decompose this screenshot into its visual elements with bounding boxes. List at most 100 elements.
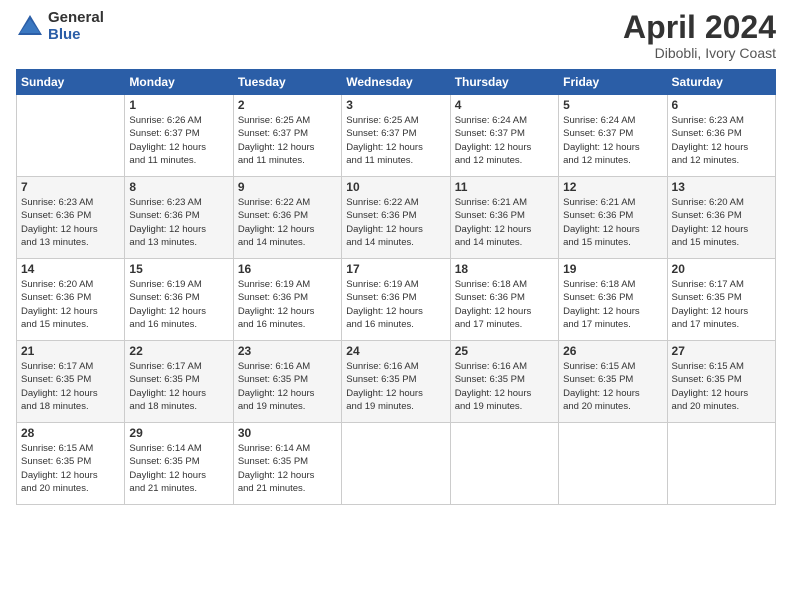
day-number: 6 xyxy=(672,98,771,112)
table-row: 13 Sunrise: 6:20 AMSunset: 6:36 PMDayligh… xyxy=(667,177,775,259)
day-info: Sunrise: 6:25 AMSunset: 6:37 PMDaylight:… xyxy=(238,114,337,167)
page: General Blue April 2024 Dibobli, Ivory C… xyxy=(0,0,792,612)
day-number: 10 xyxy=(346,180,445,194)
day-info: Sunrise: 6:15 AMSunset: 6:35 PMDaylight:… xyxy=(563,360,662,413)
table-row: 7 Sunrise: 6:23 AMSunset: 6:36 PMDaylight… xyxy=(17,177,125,259)
day-number: 27 xyxy=(672,344,771,358)
table-row: 6 Sunrise: 6:23 AMSunset: 6:36 PMDaylight… xyxy=(667,95,775,177)
table-row: 26 Sunrise: 6:15 AMSunset: 6:35 PMDayligh… xyxy=(559,341,667,423)
table-row: 23 Sunrise: 6:16 AMSunset: 6:35 PMDayligh… xyxy=(233,341,341,423)
day-number: 24 xyxy=(346,344,445,358)
day-number: 9 xyxy=(238,180,337,194)
day-number: 4 xyxy=(455,98,554,112)
day-info: Sunrise: 6:23 AMSunset: 6:36 PMDaylight:… xyxy=(672,114,771,167)
day-number: 2 xyxy=(238,98,337,112)
day-info: Sunrise: 6:19 AMSunset: 6:36 PMDaylight:… xyxy=(346,278,445,331)
col-monday: Monday xyxy=(125,70,233,95)
day-info: Sunrise: 6:17 AMSunset: 6:35 PMDaylight:… xyxy=(672,278,771,331)
day-number: 7 xyxy=(21,180,120,194)
day-info: Sunrise: 6:20 AMSunset: 6:36 PMDaylight:… xyxy=(672,196,771,249)
table-row: 5 Sunrise: 6:24 AMSunset: 6:37 PMDaylight… xyxy=(559,95,667,177)
day-info: Sunrise: 6:22 AMSunset: 6:36 PMDaylight:… xyxy=(238,196,337,249)
day-info: Sunrise: 6:14 AMSunset: 6:35 PMDaylight:… xyxy=(238,442,337,495)
table-row: 12Sunrise: 6:21 AMSunset: 6:36 PMDayligh… xyxy=(559,177,667,259)
day-info: Sunrise: 6:18 AMSunset: 6:36 PMDaylight:… xyxy=(455,278,554,331)
table-row: 18 Sunrise: 6:18 AMSunset: 6:36 PMDayligh… xyxy=(450,259,558,341)
title-block: April 2024 Dibobli, Ivory Coast xyxy=(623,10,776,61)
day-info: Sunrise: 6:19 AMSunset: 6:36 PMDaylight:… xyxy=(129,278,228,331)
table-row: 3Sunrise: 6:25 AMSunset: 6:37 PMDaylight… xyxy=(342,95,450,177)
day-number: 26 xyxy=(563,344,662,358)
day-number: 12 xyxy=(563,180,662,194)
table-row xyxy=(667,423,775,505)
day-number: 23 xyxy=(238,344,337,358)
day-number: 21 xyxy=(21,344,120,358)
calendar-table: Sunday Monday Tuesday Wednesday Thursday… xyxy=(16,69,776,505)
day-info: Sunrise: 6:15 AMSunset: 6:35 PMDaylight:… xyxy=(21,442,120,495)
table-row: 15 Sunrise: 6:19 AMSunset: 6:36 PMDayligh… xyxy=(125,259,233,341)
col-saturday: Saturday xyxy=(667,70,775,95)
table-row: 22 Sunrise: 6:17 AMSunset: 6:35 PMDayligh… xyxy=(125,341,233,423)
table-row: 1Sunrise: 6:26 AMSunset: 6:37 PMDaylight… xyxy=(125,95,233,177)
day-number: 8 xyxy=(129,180,228,194)
day-info: Sunrise: 6:16 AMSunset: 6:35 PMDaylight:… xyxy=(455,360,554,413)
table-row: 27 Sunrise: 6:15 AMSunset: 6:35 PMDayligh… xyxy=(667,341,775,423)
table-row: 21Sunrise: 6:17 AMSunset: 6:35 PMDayligh… xyxy=(17,341,125,423)
table-row: 14Sunrise: 6:20 AMSunset: 6:36 PMDayligh… xyxy=(17,259,125,341)
table-row: 17 Sunrise: 6:19 AMSunset: 6:36 PMDayligh… xyxy=(342,259,450,341)
table-row xyxy=(17,95,125,177)
table-row: 20 Sunrise: 6:17 AMSunset: 6:35 PMDayligh… xyxy=(667,259,775,341)
col-friday: Friday xyxy=(559,70,667,95)
day-number: 14 xyxy=(21,262,120,276)
col-wednesday: Wednesday xyxy=(342,70,450,95)
day-info: Sunrise: 6:16 AMSunset: 6:35 PMDaylight:… xyxy=(238,360,337,413)
day-number: 29 xyxy=(129,426,228,440)
day-number: 13 xyxy=(672,180,771,194)
day-number: 11 xyxy=(455,180,554,194)
day-info: Sunrise: 6:17 AMSunset: 6:35 PMDaylight:… xyxy=(129,360,228,413)
table-row: 29 Sunrise: 6:14 AMSunset: 6:35 PMDayligh… xyxy=(125,423,233,505)
day-number: 17 xyxy=(346,262,445,276)
day-info: Sunrise: 6:23 AMSunset: 6:36 PMDaylight:… xyxy=(129,196,228,249)
table-row: 16 Sunrise: 6:19 AMSunset: 6:36 PMDayligh… xyxy=(233,259,341,341)
table-row: 19 Sunrise: 6:18 AMSunset: 6:36 PMDayligh… xyxy=(559,259,667,341)
day-number: 22 xyxy=(129,344,228,358)
table-row xyxy=(559,423,667,505)
table-row: 30 Sunrise: 6:14 AMSunset: 6:35 PMDayligh… xyxy=(233,423,341,505)
day-info: Sunrise: 6:18 AMSunset: 6:36 PMDaylight:… xyxy=(563,278,662,331)
day-info: Sunrise: 6:19 AMSunset: 6:36 PMDaylight:… xyxy=(238,278,337,331)
logo: General Blue xyxy=(16,10,104,43)
week-row-1: 1Sunrise: 6:26 AMSunset: 6:37 PMDaylight… xyxy=(17,95,776,177)
week-row-2: 7 Sunrise: 6:23 AMSunset: 6:36 PMDaylight… xyxy=(17,177,776,259)
day-number: 15 xyxy=(129,262,228,276)
col-sunday: Sunday xyxy=(17,70,125,95)
day-number: 30 xyxy=(238,426,337,440)
day-number: 16 xyxy=(238,262,337,276)
day-number: 1 xyxy=(129,98,228,112)
day-info: Sunrise: 6:25 AMSunset: 6:37 PMDaylight:… xyxy=(346,114,445,167)
day-info: Sunrise: 6:24 AMSunset: 6:37 PMDaylight:… xyxy=(563,114,662,167)
table-row: 10Sunrise: 6:22 AMSunset: 6:36 PMDayligh… xyxy=(342,177,450,259)
logo-text: General Blue xyxy=(48,10,104,43)
day-info: Sunrise: 6:16 AMSunset: 6:35 PMDaylight:… xyxy=(346,360,445,413)
table-row: 8 Sunrise: 6:23 AMSunset: 6:36 PMDaylight… xyxy=(125,177,233,259)
logo-general-text: General xyxy=(48,10,104,27)
logo-blue-text: Blue xyxy=(48,27,104,44)
day-number: 18 xyxy=(455,262,554,276)
table-row: 2 Sunrise: 6:25 AMSunset: 6:37 PMDaylight… xyxy=(233,95,341,177)
day-number: 28 xyxy=(21,426,120,440)
table-row: 25Sunrise: 6:16 AMSunset: 6:35 PMDayligh… xyxy=(450,341,558,423)
day-number: 19 xyxy=(563,262,662,276)
day-info: Sunrise: 6:14 AMSunset: 6:35 PMDaylight:… xyxy=(129,442,228,495)
day-info: Sunrise: 6:15 AMSunset: 6:35 PMDaylight:… xyxy=(672,360,771,413)
day-info: Sunrise: 6:23 AMSunset: 6:36 PMDaylight:… xyxy=(21,196,120,249)
table-row: 9 Sunrise: 6:22 AMSunset: 6:36 PMDaylight… xyxy=(233,177,341,259)
day-info: Sunrise: 6:24 AMSunset: 6:37 PMDaylight:… xyxy=(455,114,554,167)
table-row: 24 Sunrise: 6:16 AMSunset: 6:35 PMDayligh… xyxy=(342,341,450,423)
day-info: Sunrise: 6:21 AMSunset: 6:36 PMDaylight:… xyxy=(455,196,554,249)
header: General Blue April 2024 Dibobli, Ivory C… xyxy=(16,10,776,61)
day-number: 20 xyxy=(672,262,771,276)
day-number: 5 xyxy=(563,98,662,112)
table-row xyxy=(342,423,450,505)
table-row xyxy=(450,423,558,505)
